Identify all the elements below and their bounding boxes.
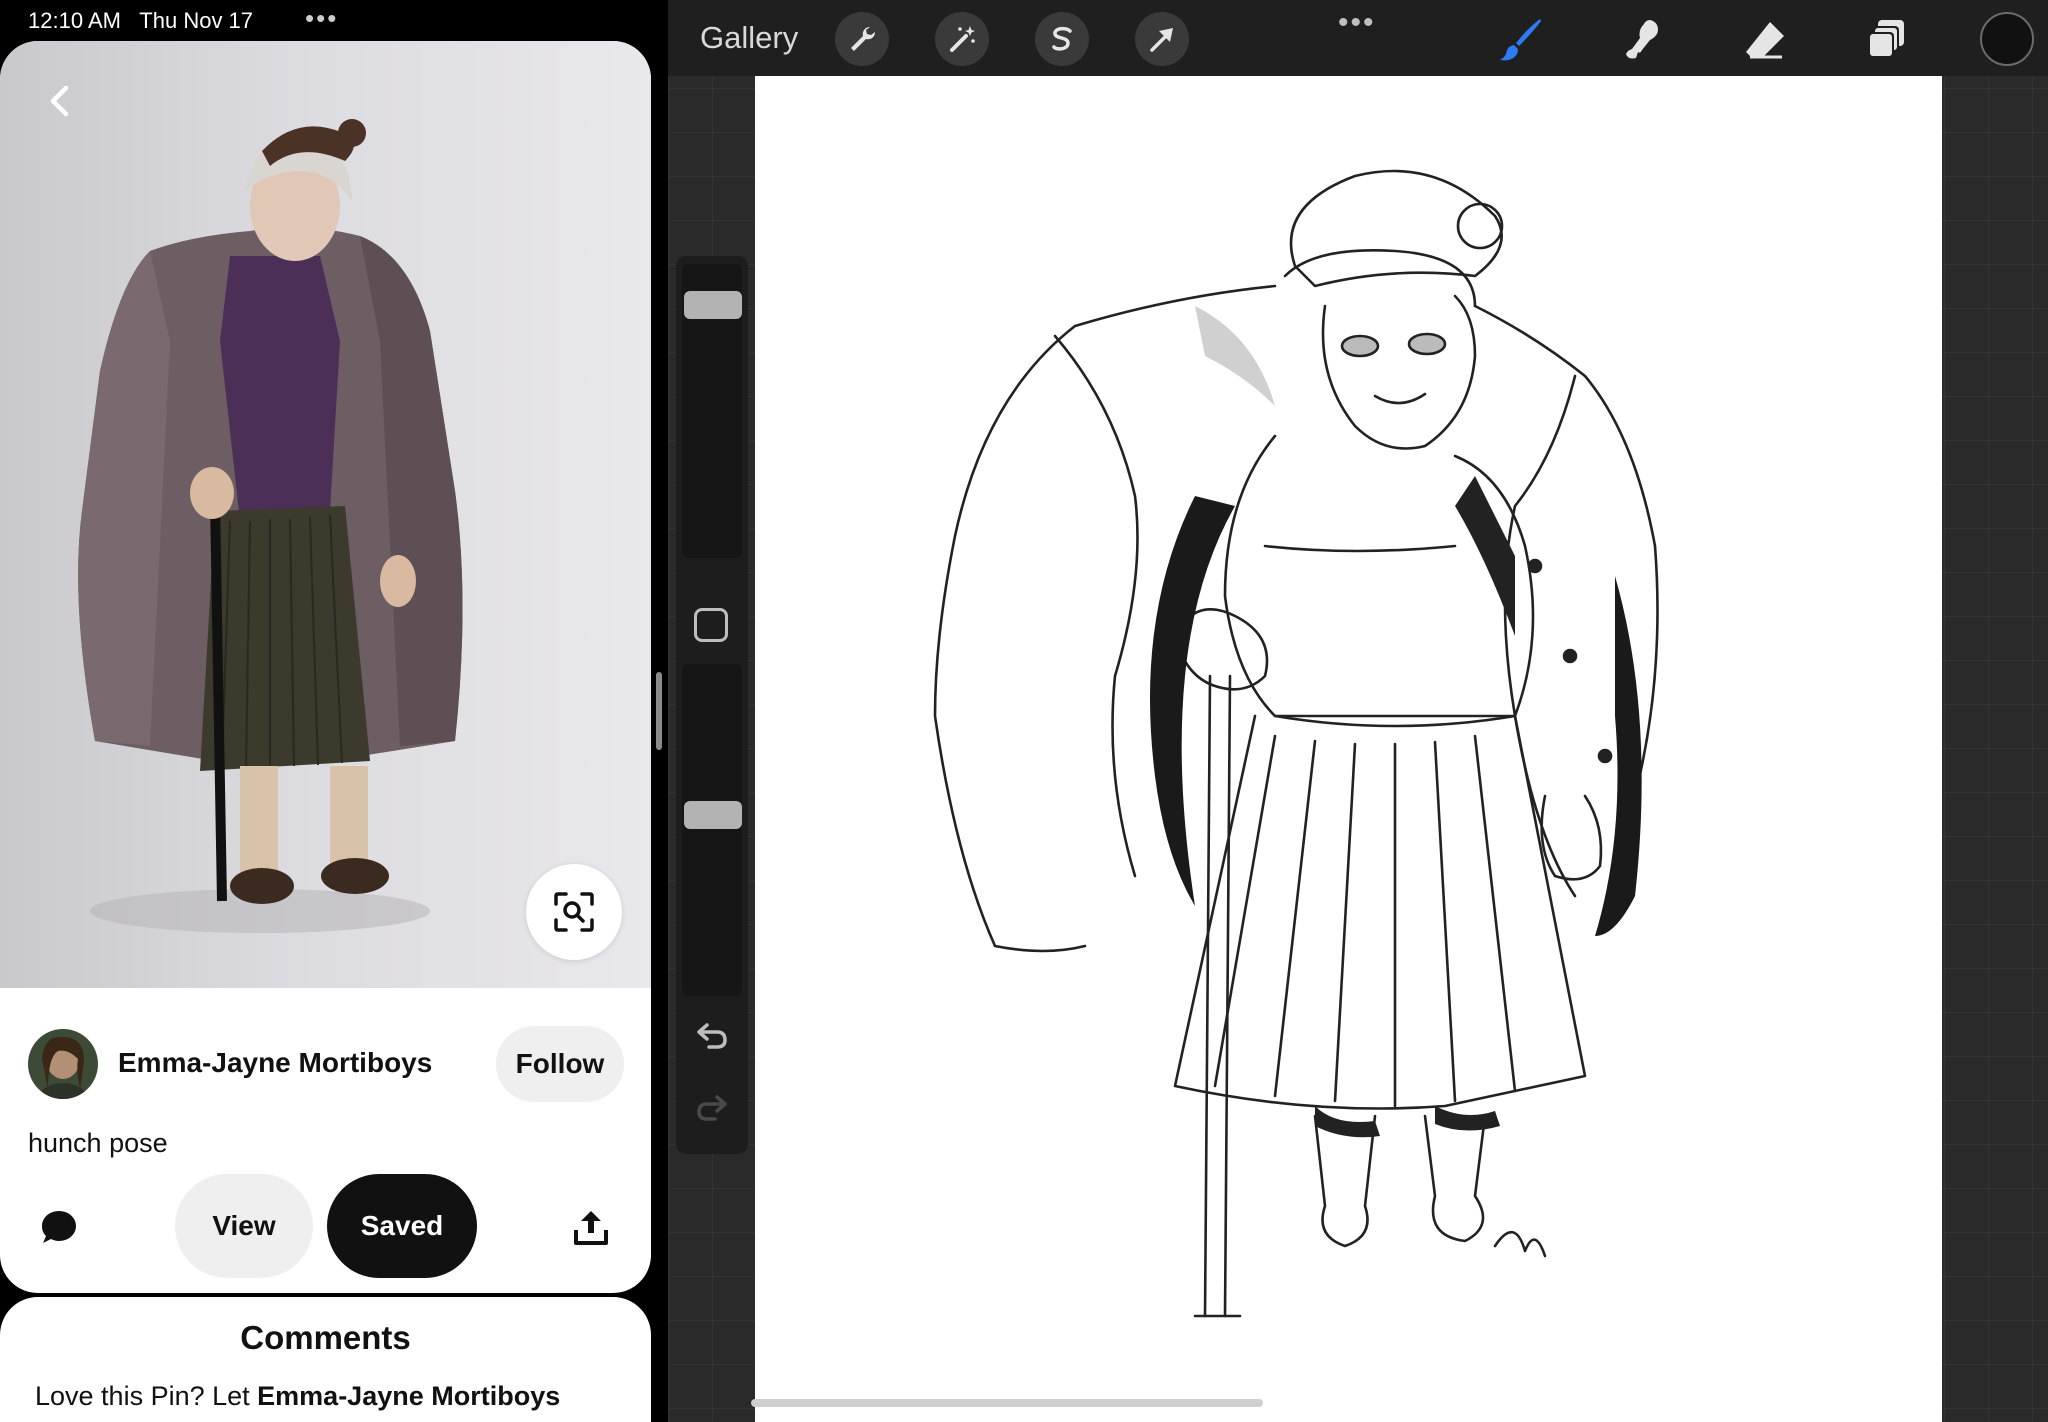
adjustments-button[interactable] bbox=[935, 12, 989, 66]
comment-button[interactable] bbox=[38, 1206, 80, 1248]
brush-tool[interactable] bbox=[1496, 14, 1546, 64]
brush-opacity-thumb[interactable] bbox=[684, 800, 742, 829]
comments-panel: Comments Love this Pin? Let Emma-Jayne M… bbox=[0, 1297, 651, 1422]
author-row: Emma-Jayne Mortiboys Follow bbox=[0, 1026, 651, 1102]
transform-arrow-icon bbox=[1150, 28, 1173, 52]
author-name[interactable]: Emma-Jayne Mortiboys bbox=[118, 1047, 432, 1079]
layers-tool[interactable] bbox=[1862, 14, 1912, 64]
drawing-canvas[interactable] bbox=[755, 76, 1942, 1422]
back-button[interactable] bbox=[40, 81, 80, 121]
avatar[interactable] bbox=[28, 1029, 98, 1099]
redo-icon bbox=[697, 1095, 727, 1121]
procreate-app: Gallery ••• bbox=[668, 0, 2048, 1422]
transform-button[interactable] bbox=[1135, 12, 1189, 66]
comments-prompt-author: Emma-Jayne Mortiboys bbox=[257, 1381, 561, 1411]
smudge-icon bbox=[1626, 20, 1658, 59]
undo-button[interactable] bbox=[692, 1016, 732, 1056]
comments-prompt-prefix: Love this Pin? Let bbox=[35, 1381, 258, 1411]
undo-icon bbox=[697, 1023, 727, 1049]
multitask-dots[interactable]: ••• bbox=[305, 5, 338, 31]
color-picker[interactable] bbox=[1980, 12, 2034, 66]
gallery-button[interactable]: Gallery bbox=[700, 20, 798, 56]
visual-search-icon bbox=[554, 892, 594, 932]
selection-icon bbox=[1052, 26, 1072, 51]
saved-button[interactable]: Saved bbox=[327, 1174, 477, 1278]
comments-prompt[interactable]: Love this Pin? Let Emma-Jayne Mortiboys bbox=[35, 1381, 560, 1412]
split-view-divider[interactable] bbox=[656, 672, 662, 750]
brush-icon bbox=[1500, 19, 1541, 61]
modify-button[interactable] bbox=[694, 608, 728, 642]
wrench-icon bbox=[851, 26, 876, 51]
redo-button[interactable] bbox=[692, 1088, 732, 1128]
share-button[interactable] bbox=[570, 1206, 612, 1248]
magic-wand-icon bbox=[950, 26, 975, 52]
canvas-scroll-indicator[interactable] bbox=[751, 1399, 1263, 1407]
brush-opacity-slider[interactable] bbox=[682, 664, 742, 996]
actions-button[interactable] bbox=[835, 12, 889, 66]
more-options[interactable]: ••• bbox=[1338, 6, 1376, 40]
avatar-image bbox=[28, 1029, 98, 1099]
eraser-icon bbox=[1746, 22, 1784, 59]
pin-card: Emma-Jayne Mortiboys Follow hunch pose V… bbox=[0, 41, 651, 1293]
clock: 12:10 AM bbox=[28, 8, 121, 33]
date: Thu Nov 17 bbox=[139, 8, 254, 33]
eraser-tool[interactable] bbox=[1740, 14, 1790, 64]
layers-icon bbox=[1868, 20, 1904, 58]
comments-title: Comments bbox=[240, 1319, 411, 1356]
speech-bubble-icon bbox=[42, 1211, 76, 1243]
follow-button[interactable]: Follow bbox=[496, 1026, 624, 1102]
procreate-toolbar: Gallery ••• bbox=[668, 0, 2048, 76]
action-row: View Saved bbox=[0, 1174, 651, 1278]
reference-photo-illustration bbox=[78, 119, 463, 933]
selection-button[interactable] bbox=[1035, 12, 1089, 66]
sketch-drawing bbox=[933, 169, 1659, 1318]
brush-size-thumb[interactable] bbox=[684, 290, 742, 319]
share-icon bbox=[574, 1211, 608, 1245]
view-button[interactable]: View bbox=[175, 1174, 313, 1278]
pin-photo[interactable] bbox=[0, 41, 651, 988]
status-time: 12:10 AM Thu Nov 17 bbox=[28, 8, 253, 34]
brush-sidebar bbox=[676, 256, 748, 1154]
chevron-left-icon bbox=[50, 85, 69, 117]
smudge-tool[interactable] bbox=[1618, 14, 1668, 64]
pin-description: hunch pose bbox=[28, 1128, 168, 1158]
visual-search-button[interactable] bbox=[526, 864, 622, 960]
